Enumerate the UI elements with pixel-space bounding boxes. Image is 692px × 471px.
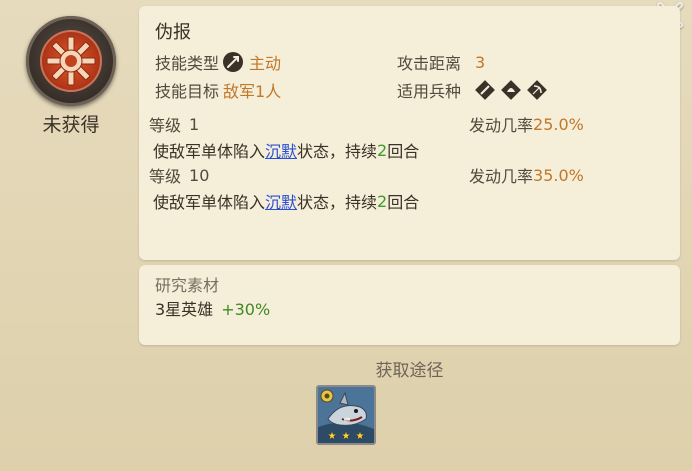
chance-value: 25.0%: [533, 114, 584, 134]
star-icon: ★: [355, 431, 365, 442]
desc-text: 状态，持续: [297, 142, 378, 161]
desc-text: 回合: [387, 193, 420, 212]
skill-info-panel: 伪报 技能类型 主动 攻击距离 3 技能目标 敌军1人 适用兵种 等级 1 发动…: [139, 6, 680, 260]
star-icon: ★: [341, 431, 351, 442]
sun-wheel-icon: [46, 36, 96, 86]
source-title: 获取途径: [375, 361, 444, 381]
chance-label: 发动几率: [469, 167, 534, 186]
source-hero-card[interactable]: ★ ★ ★: [316, 385, 376, 445]
material-title: 研究素材: [155, 276, 220, 295]
chance-value: 35.0%: [533, 165, 584, 185]
troop-label: 适用兵种: [397, 82, 462, 101]
hero-star-rating: ★ ★ ★: [318, 431, 374, 442]
star-icon: ★: [327, 431, 337, 442]
desc-text: 回合: [387, 142, 420, 161]
level-label: 等级: [149, 116, 182, 135]
active-skill-icon: [223, 52, 244, 72]
level-1-description: 使敌军单体陷入 沉默 状态，持续 2 回合: [153, 138, 419, 162]
range-row: 攻击距离 3: [397, 50, 485, 74]
level-10-chance: 发动几率 35.0%: [469, 163, 584, 187]
acquire-status: 未获得: [42, 114, 100, 136]
level-value: 1: [189, 114, 200, 134]
sword-icon: [475, 80, 495, 100]
silence-link[interactable]: 沉默: [265, 138, 297, 162]
target-value: 敌军1人: [223, 82, 282, 101]
desc-text: 状态，持续: [297, 193, 378, 212]
skill-type-row: 技能类型 主动: [155, 50, 281, 74]
level-10-row: 等级 10: [149, 163, 209, 187]
bow-icon: [527, 80, 547, 100]
level-10-description: 使敌军单体陷入 沉默 状态，持续 2 回合: [153, 189, 419, 213]
range-label: 攻击距离: [397, 54, 462, 73]
silence-link[interactable]: 沉默: [265, 189, 297, 213]
material-value-row: 3星英雄 +30%: [155, 296, 270, 320]
range-value: 3: [475, 52, 486, 72]
troop-row: 适用兵种: [397, 78, 553, 102]
skill-type-value: 主动: [249, 54, 282, 73]
material-value: 3星英雄: [155, 300, 214, 319]
level-1-row: 等级 1: [149, 112, 199, 136]
duration-value: 2: [377, 191, 388, 211]
desc-text: 使敌军单体陷入: [153, 142, 266, 161]
target-label: 技能目标: [155, 82, 220, 101]
level-label: 等级: [149, 167, 182, 186]
skill-type-label: 技能类型: [155, 54, 220, 73]
desc-text: 使敌军单体陷入: [153, 193, 266, 212]
chance-label: 发动几率: [469, 116, 534, 135]
skill-name: 伪报: [155, 22, 191, 43]
research-material-panel: 研究素材 3星英雄 +30%: [139, 265, 680, 345]
target-row: 技能目标 敌军1人: [155, 78, 281, 102]
skill-icon: [26, 16, 116, 106]
helmet-icon: [501, 80, 521, 100]
skill-detail-dialog: 未获得 伪报 技能类型 主动 攻击距离 3 技能目标 敌军1人 适用兵种 等级 …: [0, 0, 692, 471]
level-value: 10: [189, 165, 210, 185]
level-1-chance: 发动几率 25.0%: [469, 112, 584, 136]
material-bonus: +30%: [221, 300, 271, 319]
duration-value: 2: [377, 140, 388, 160]
